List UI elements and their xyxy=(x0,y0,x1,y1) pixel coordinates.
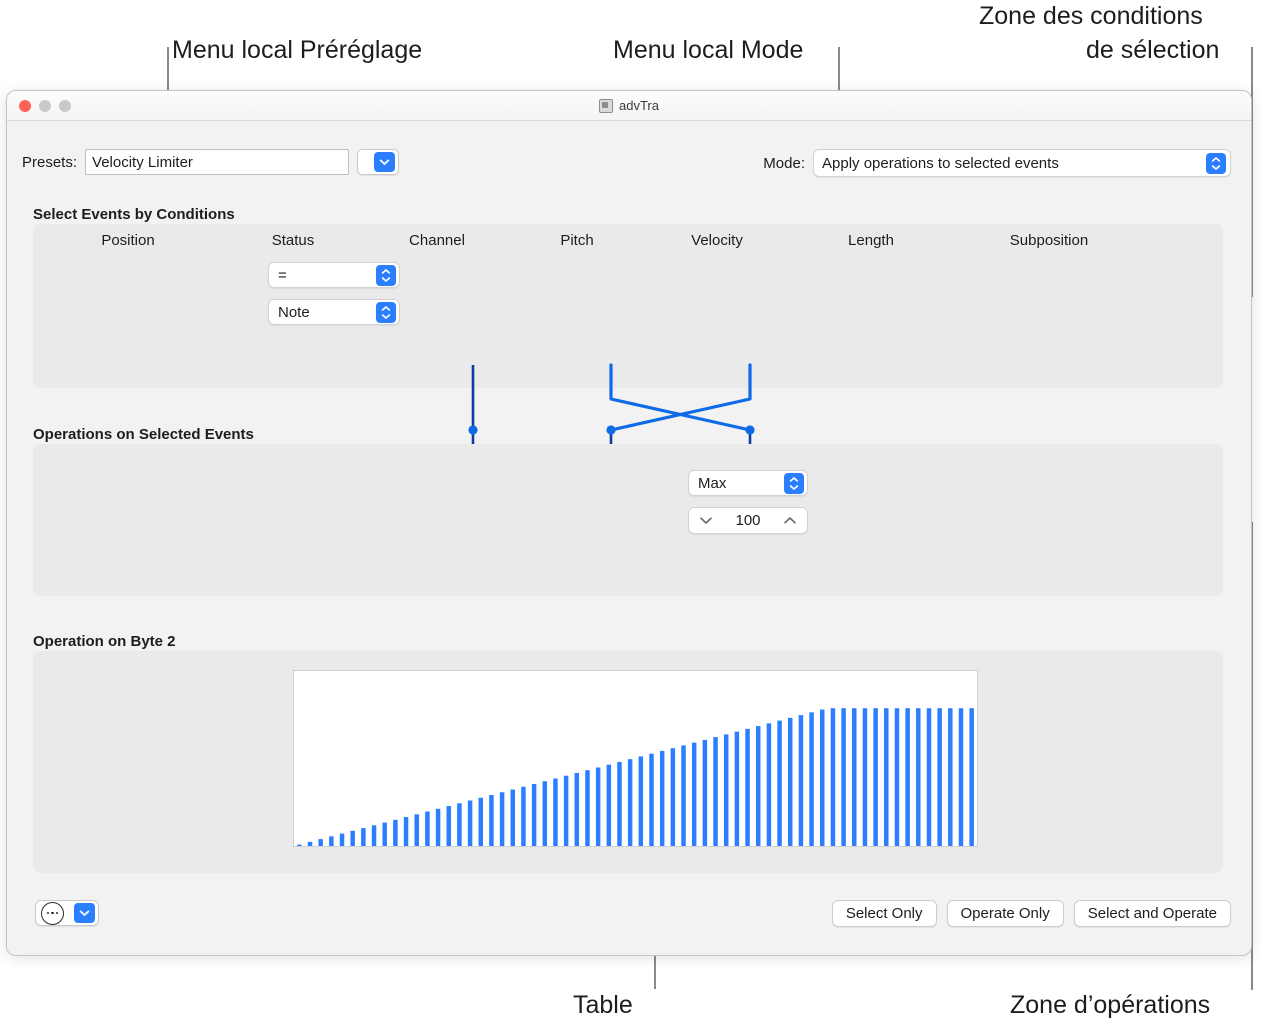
up-down-chevron-icon xyxy=(376,264,396,286)
column-header-pitch[interactable]: Pitch xyxy=(511,232,643,249)
conditions-header-row: Position Status Channel Pitch Velocity L… xyxy=(33,232,1223,249)
toolbar-row: Presets: Velocity Limiter Mode: Apply op… xyxy=(7,149,1251,179)
mode-value: Apply operations to selected events xyxy=(822,154,1059,172)
presets-group: Presets: Velocity Limiter xyxy=(22,149,400,175)
app-icon xyxy=(599,98,613,113)
byte2-curve-chart[interactable] xyxy=(293,670,978,847)
operate-only-button[interactable]: Operate Only xyxy=(946,900,1064,927)
chevron-up-icon[interactable] xyxy=(783,512,797,529)
presets-input[interactable]: Velocity Limiter xyxy=(85,149,350,175)
status-operator-popup[interactable]: = xyxy=(268,262,400,288)
minimize-button[interactable] xyxy=(39,99,51,112)
conditions-heading: Select Events by Conditions xyxy=(33,206,235,223)
column-header-length[interactable]: Length xyxy=(791,232,951,249)
velocity-amount-value: 100 xyxy=(735,512,761,529)
up-down-chevron-icon xyxy=(1206,152,1226,174)
ellipsis-circle-icon xyxy=(41,901,64,925)
mode-popup-button[interactable]: Apply operations to selected events xyxy=(813,149,1231,177)
annotation-conditions-zone-line2: de sélection xyxy=(1086,36,1220,64)
window-titlebar[interactable]: advTra xyxy=(7,91,1251,121)
byte2-curve-svg xyxy=(297,708,974,846)
window-title-group: advTra xyxy=(7,98,1251,113)
mode-label: Mode: xyxy=(763,154,805,172)
velocity-amount-stepper[interactable]: 100 xyxy=(688,507,808,534)
annotation-conditions-zone-line1: Zone des conditions xyxy=(979,2,1203,30)
select-only-button[interactable]: Select Only xyxy=(831,900,937,927)
column-header-channel[interactable]: Channel xyxy=(363,232,511,249)
column-header-velocity[interactable]: Velocity xyxy=(643,232,791,249)
status-operator-value: = xyxy=(278,266,287,284)
byte2-panel xyxy=(33,651,1223,873)
byte2-heading: Operation on Byte 2 xyxy=(33,633,176,650)
window-content: Presets: Velocity Limiter Mode: Apply op… xyxy=(7,121,1251,955)
close-button[interactable] xyxy=(19,99,31,112)
status-value-popup[interactable]: Note xyxy=(268,299,400,325)
app-window: advTra Presets: Velocity Limiter Mode: A… xyxy=(6,90,1252,956)
operations-heading: Operations on Selected Events xyxy=(33,426,254,443)
up-down-chevron-icon xyxy=(376,301,396,323)
annotation-mode-menu: Menu local Mode xyxy=(613,36,804,64)
mode-group: Mode: Apply operations to selected event… xyxy=(763,149,1231,177)
column-header-position[interactable]: Position xyxy=(33,232,223,249)
action-button-row: Select Only Operate Only Select and Oper… xyxy=(831,900,1231,927)
annotation-table: Table xyxy=(573,991,633,1019)
select-and-operate-button[interactable]: Select and Operate xyxy=(1073,900,1231,927)
column-header-subposition[interactable]: Subposition xyxy=(951,232,1147,249)
chevron-down-icon xyxy=(74,903,95,923)
chevron-down-icon xyxy=(374,152,396,172)
more-options-button[interactable] xyxy=(35,900,99,926)
velocity-operation-popup[interactable]: Max xyxy=(688,470,808,496)
annotation-operations-zone: Zone d’opérations xyxy=(1010,991,1211,1019)
zoom-button[interactable] xyxy=(59,99,71,112)
status-value: Note xyxy=(278,303,310,321)
window-title: advTra xyxy=(619,98,659,113)
conditions-panel: Position Status Channel Pitch Velocity L… xyxy=(33,224,1223,388)
presets-popup-button[interactable] xyxy=(357,149,400,175)
column-header-status[interactable]: Status xyxy=(223,232,363,249)
window-controls[interactable] xyxy=(19,99,71,112)
presets-value: Velocity Limiter xyxy=(92,153,193,171)
up-down-chevron-icon xyxy=(784,472,804,494)
annotation-preset-menu: Menu local Préréglage xyxy=(172,36,423,64)
operations-panel: Max 100 xyxy=(33,444,1223,596)
chevron-down-icon[interactable] xyxy=(699,512,713,529)
presets-label: Presets: xyxy=(22,153,78,171)
velocity-operation-value: Max xyxy=(698,474,727,492)
